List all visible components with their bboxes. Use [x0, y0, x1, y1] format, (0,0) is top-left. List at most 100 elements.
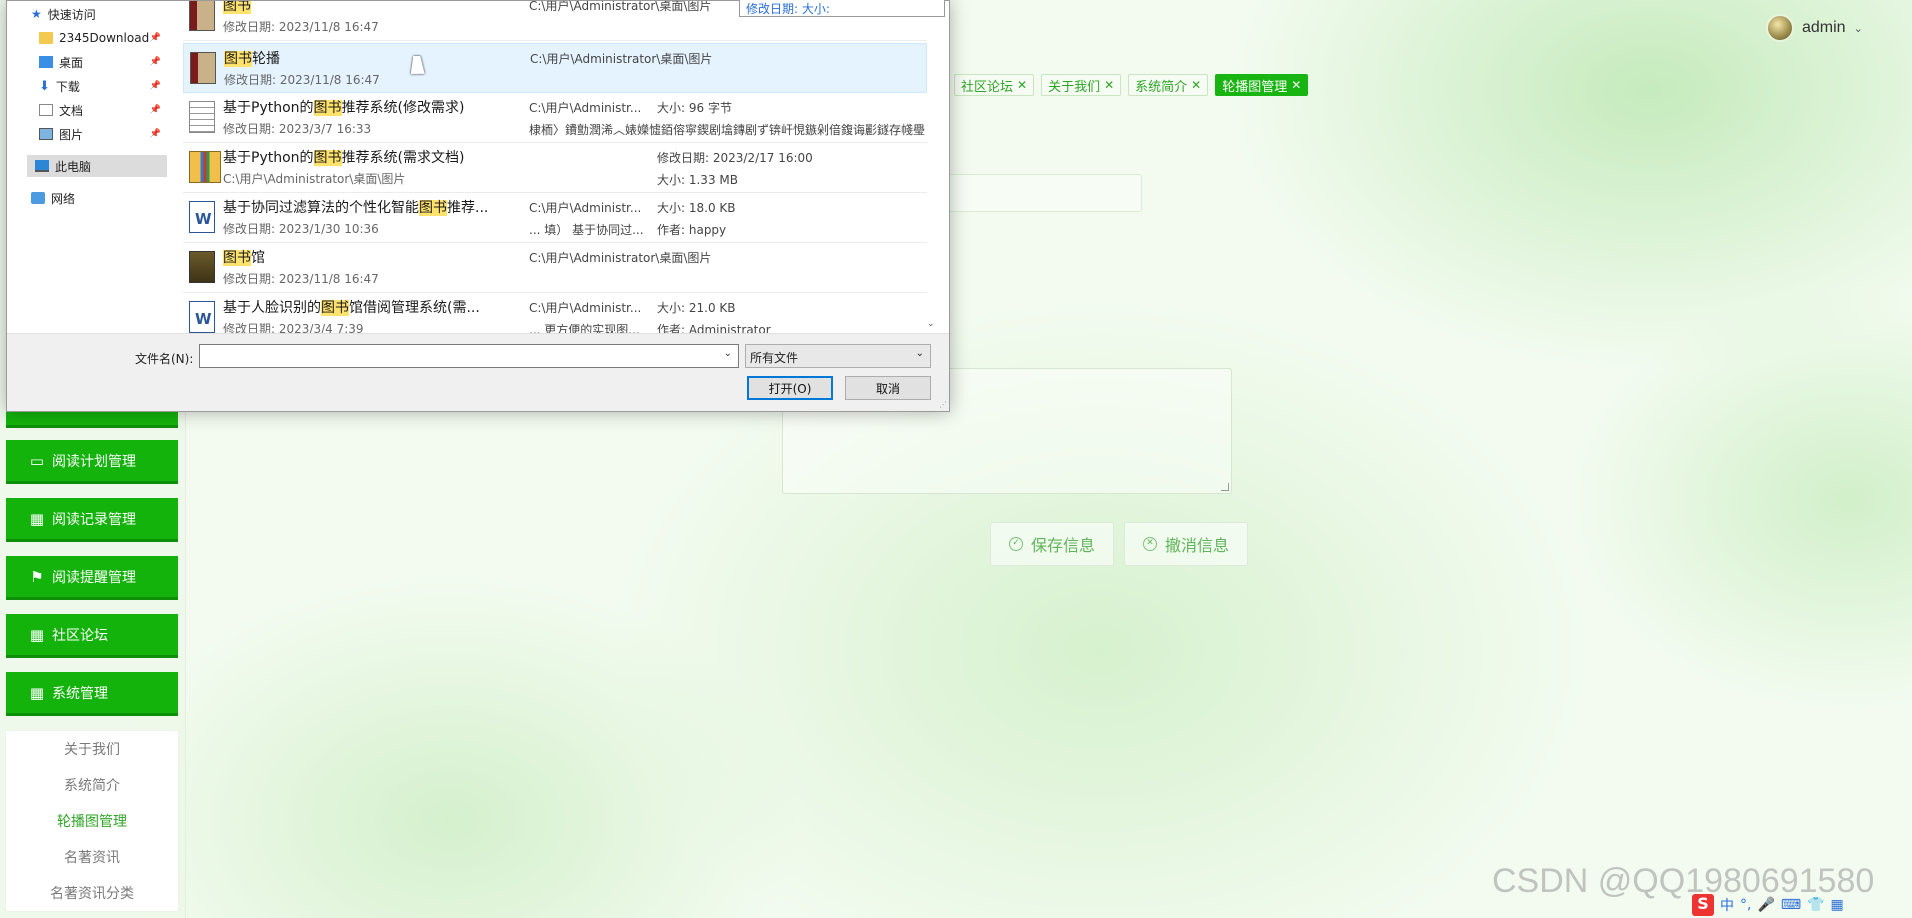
file-meta: 修改日期: 2023/3/7 16:33: [223, 122, 372, 136]
network-icon: [31, 192, 45, 204]
chevron-down-icon: ⌄: [915, 348, 924, 359]
tag-carousel-management[interactable]: 轮播图管理 ✕: [1215, 74, 1309, 96]
nav-desktop[interactable]: 桌面 📌: [39, 51, 167, 73]
file-row[interactable]: 图书轮播 修改日期: 2023/11/8 16:47 C:\用户\Adminis…: [183, 43, 927, 93]
filename-label: 文件名(N):: [135, 352, 194, 366]
skin-icon[interactable]: 👕: [1807, 897, 1824, 913]
pin-icon: 📌: [149, 57, 161, 67]
monitor-icon: ▭: [29, 451, 45, 470]
sidebar-item-label: 系统管理: [52, 685, 108, 702]
cancel-button[interactable]: 取消: [845, 376, 931, 400]
revoke-label: 撤消信息: [1165, 536, 1230, 555]
sogou-ime-icon[interactable]: S: [1692, 894, 1714, 916]
tag-label: 关于我们: [1048, 79, 1101, 95]
ime-mode[interactable]: 中: [1720, 895, 1734, 915]
file-name: 图书馆: [223, 250, 265, 266]
sidebar-item-label: 阅读计划管理: [52, 453, 136, 470]
resize-grip-icon[interactable]: ⋰: [939, 400, 947, 409]
submenu-item-carousel[interactable]: 轮播图管理: [6, 803, 178, 839]
microphone-icon[interactable]: 🎤: [1757, 897, 1774, 913]
nav-network[interactable]: 网络: [31, 187, 183, 209]
system-submenu: 关于我们 系统简介 轮播图管理 名著资讯 名著资讯分类: [5, 730, 179, 912]
navigation-pane: ★ 快速访问 2345Download 📌 桌面 📌 ⬇ 下载 📌 文档 📌 图…: [7, 1, 177, 331]
tag-label: 社区论坛: [961, 79, 1014, 95]
text-file-icon: [189, 101, 215, 133]
submenu-item-system-intro[interactable]: 系统简介: [6, 767, 178, 803]
nav-label: 网络: [51, 191, 76, 206]
filetype-select[interactable]: 所有文件 ⌄: [745, 344, 931, 368]
file-row[interactable]: 图书馆 修改日期: 2023/11/8 16:47 C:\用户\Administ…: [183, 243, 927, 293]
file-list-scrollbar[interactable]: ⌄: [927, 1, 937, 331]
file-author: 作者: happy: [657, 223, 727, 237]
nav-label: 图片: [59, 127, 84, 142]
keyboard-icon[interactable]: ⌨: [1781, 897, 1801, 913]
grid-icon: ▦: [29, 509, 45, 528]
nav-label: 此电脑: [55, 159, 92, 174]
open-button[interactable]: 打开(O): [747, 376, 833, 400]
save-button[interactable]: ✓ 保存信息: [990, 522, 1115, 566]
word-doc-icon: [189, 301, 215, 333]
submenu-item-about-us[interactable]: 关于我们: [6, 731, 178, 767]
file-open-dialog: ★ 快速访问 2345Download 📌 桌面 📌 ⬇ 下载 📌 文档 📌 图…: [6, 0, 950, 412]
chevron-down-icon[interactable]: ⌄: [927, 319, 935, 329]
sidebar-item-community-forum[interactable]: ▦ 社区论坛: [6, 614, 178, 658]
file-row[interactable]: 基于Python的图书推荐系统(修改需求) 修改日期: 2023/3/7 16:…: [183, 93, 927, 143]
form-input[interactable]: [944, 174, 1142, 212]
file-list: 图书 修改日期: 2023/11/8 16:47 C:\用户\Administr…: [177, 1, 939, 333]
tags-bar: 社区论坛 ✕ 关于我们 ✕ 系统简介 ✕ 轮播图管理 ✕: [954, 74, 1309, 96]
file-path: C:\用户\Administrator\桌面\图片: [529, 251, 712, 265]
file-name: 基于人脸识别的图书馆借阅管理系统(需...: [223, 300, 480, 316]
file-preview: 棣栭〉鐨勯潤浠︿婊嬫憈銆傛寜鍥剧墖鏄剧ず锛屽悓鏃剁偣鍑诲彲鐩存帴璺宠浆鍒扮浉鍏冲…: [529, 123, 925, 137]
file-path: C:\用户\Administrator\桌面\图片: [223, 172, 406, 186]
pin-icon: 📌: [149, 129, 161, 139]
nav-2345download[interactable]: 2345Download 📌: [39, 27, 167, 49]
close-icon[interactable]: ✕: [1191, 78, 1201, 92]
close-icon[interactable]: ✕: [1104, 78, 1114, 92]
nav-this-pc[interactable]: 此电脑: [27, 155, 167, 177]
file-preview: ... 更方便的实现图...: [529, 323, 640, 333]
close-icon[interactable]: ✕: [1017, 78, 1027, 92]
submenu-item-classics-news[interactable]: 名著资讯: [6, 839, 178, 875]
file-author: 作者: Administrator: [657, 323, 771, 333]
tag-label: 轮播图管理: [1222, 79, 1288, 95]
pin-icon: 📌: [149, 105, 161, 115]
sidebar-item-label: 阅读记录管理: [52, 511, 136, 528]
nav-quick-access[interactable]: ★ 快速访问: [31, 3, 183, 25]
file-row[interactable]: 基于Python的图书推荐系统(需求文档) C:\用户\Administrato…: [183, 143, 927, 193]
filename-input[interactable]: ⌄: [199, 344, 739, 368]
avatar: [1766, 14, 1794, 42]
book-folder-icon: [190, 52, 216, 84]
grid-icon: ▦: [29, 683, 45, 702]
revoke-button[interactable]: ✕ 撤消信息: [1124, 522, 1249, 566]
nav-label: 下载: [55, 79, 80, 94]
tag-community-forum[interactable]: 社区论坛 ✕: [954, 74, 1035, 96]
chevron-down-icon: ⌄: [1853, 21, 1863, 35]
nav-documents[interactable]: 文档 📌: [39, 99, 167, 121]
sidebar-item-reading-record[interactable]: ▦ 阅读记录管理: [6, 498, 178, 542]
nav-label: 快速访问: [47, 7, 96, 22]
close-icon[interactable]: ✕: [1291, 78, 1301, 92]
file-row[interactable]: 基于人脸识别的图书馆借阅管理系统(需... 修改日期: 2023/3/4 7:3…: [183, 293, 927, 333]
nav-pictures[interactable]: 图片 📌: [39, 123, 167, 145]
library-folder-icon: [189, 251, 215, 283]
nav-downloads[interactable]: ⬇ 下载 📌: [39, 75, 167, 97]
pin-icon: 📌: [149, 33, 161, 43]
resize-grip-icon[interactable]: [1221, 483, 1229, 491]
file-row[interactable]: 基于协同过滤算法的个性化智能图书推荐... 修改日期: 2023/1/30 10…: [183, 193, 927, 243]
file-meta: 修改日期: 2023/11/8 16:47: [223, 272, 379, 286]
file-name: 基于Python的图书推荐系统(需求文档): [223, 150, 465, 166]
toolbox-icon[interactable]: ▦: [1831, 897, 1844, 913]
pin-icon: 📌: [149, 81, 161, 91]
chevron-down-icon[interactable]: ⌄: [724, 348, 732, 359]
sidebar-item-reading-reminder[interactable]: ⚑ 阅读提醒管理: [6, 556, 178, 600]
sidebar-item-label: 社区论坛: [52, 627, 108, 644]
punctuation-icon[interactable]: °,: [1740, 897, 1751, 913]
tag-system-intro[interactable]: 系统简介 ✕: [1128, 74, 1209, 96]
sidebar-item-reading-plan[interactable]: ▭ 阅读计划管理: [6, 440, 178, 484]
folder-icon: [39, 32, 53, 44]
submenu-item-classics-news-category[interactable]: 名著资讯分类: [6, 875, 178, 911]
user-menu[interactable]: admin ⌄: [1766, 14, 1863, 42]
sidebar-item-system-management[interactable]: ▦ 系统管理: [6, 672, 178, 716]
tag-about-us[interactable]: 关于我们 ✕: [1041, 74, 1122, 96]
pictures-icon: [39, 128, 53, 140]
